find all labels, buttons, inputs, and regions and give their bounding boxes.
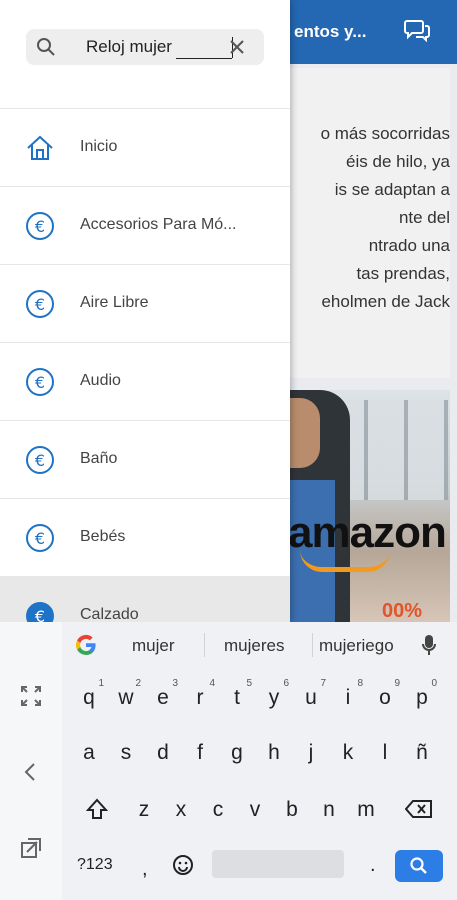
promo-image[interactable]: amazon 00% [290, 390, 450, 622]
euro-icon: € [26, 602, 54, 622]
menu-item-inicio[interactable]: Inicio [0, 108, 290, 186]
keyboard-side-panel [0, 622, 62, 900]
menu-item-label: Baño [80, 450, 118, 467]
amazon-smile-icon [300, 550, 390, 572]
key-j[interactable]: j [294, 729, 328, 777]
article-line: nte del [398, 208, 450, 227]
backspace-icon[interactable] [405, 799, 433, 819]
article-line: éis de hilo, ya [346, 152, 450, 171]
key-h[interactable]: h [257, 729, 291, 777]
key-t[interactable]: 5t [220, 674, 254, 722]
search-input[interactable] [86, 35, 234, 59]
menu-item-label: Accesorios Para Mó... [80, 216, 237, 233]
svg-text:€: € [35, 451, 45, 470]
article-line: ntrado una [368, 236, 450, 255]
key-w[interactable]: 2w [109, 674, 143, 722]
suggestion-divider [204, 633, 205, 657]
promo-badge: 00% [382, 600, 423, 622]
key-l[interactable]: l [368, 729, 402, 777]
euro-icon: € [26, 290, 54, 318]
key-n-tilde[interactable]: ñ [405, 729, 439, 777]
menu-item-calzado[interactable]: € Calzado [0, 576, 290, 622]
svg-text:€: € [35, 295, 45, 314]
shift-icon[interactable] [86, 798, 108, 820]
article-card[interactable]: o más socorridas éis de hilo, ya is se a… [290, 68, 450, 378]
key-z[interactable]: z [127, 786, 161, 834]
menu-item-label: Calzado [80, 606, 139, 622]
home-icon [27, 135, 53, 160]
suggestion-divider [312, 633, 313, 657]
header-title: entos y... [294, 22, 367, 41]
key-m[interactable]: m [349, 786, 383, 834]
chat-icon[interactable] [404, 18, 430, 42]
key-u[interactable]: 7u [294, 674, 328, 722]
euro-icon: € [26, 446, 54, 474]
menu-item-accesorios[interactable]: € Accesorios Para Mó... [0, 186, 290, 264]
euro-icon: € [26, 212, 54, 240]
chevron-left-icon[interactable] [19, 760, 43, 784]
menu-item-label: Aire Libre [80, 294, 149, 311]
menu-item-label: Inicio [80, 138, 118, 155]
period-key[interactable]: . [370, 854, 376, 877]
menu-item-aire-libre[interactable]: € Aire Libre [0, 264, 290, 342]
key-d[interactable]: d [146, 729, 180, 777]
key-q[interactable]: 1q [72, 674, 106, 722]
article-line: o más socorridas [320, 124, 450, 143]
article-line: eholmen de Jack [321, 292, 450, 311]
euro-icon: € [26, 368, 54, 396]
key-y[interactable]: 6y [257, 674, 291, 722]
article-text: o más socorridas éis de hilo, ya is se a… [290, 120, 450, 316]
close-icon[interactable] [228, 38, 246, 56]
floating-keyboard-icon[interactable] [19, 836, 43, 860]
svg-text:€: € [35, 607, 45, 622]
svg-text:€: € [35, 373, 45, 392]
menu-item-label: Bebés [80, 528, 126, 545]
article-line: is se adaptan a [334, 180, 450, 199]
key-i[interactable]: 8i [331, 674, 365, 722]
suggestion-1[interactable]: mujer [132, 636, 175, 656]
svg-text:€: € [35, 529, 45, 548]
key-s[interactable]: s [109, 729, 143, 777]
key-a[interactable]: a [72, 729, 106, 777]
expand-icon[interactable] [19, 684, 43, 708]
svg-text:€: € [35, 217, 45, 236]
search-box[interactable] [26, 29, 264, 65]
key-v[interactable]: v [238, 786, 272, 834]
key-b[interactable]: b [275, 786, 309, 834]
soft-keyboard: mujer mujeres mujeriego 1q 2w 3e 4r 5t 6… [0, 622, 457, 900]
emoji-icon[interactable] [172, 854, 194, 876]
autocorrect-underline [176, 58, 232, 59]
suggestion-2[interactable]: mujeres [224, 636, 284, 656]
search-icon [410, 857, 427, 874]
key-p[interactable]: 0p [405, 674, 439, 722]
key-e[interactable]: 3e [146, 674, 180, 722]
google-icon[interactable] [74, 633, 98, 657]
key-k[interactable]: k [331, 729, 365, 777]
key-o[interactable]: 9o [368, 674, 402, 722]
key-x[interactable]: x [164, 786, 198, 834]
promo-face [290, 398, 320, 468]
key-n[interactable]: n [312, 786, 346, 834]
category-menu: Inicio € Accesorios Para Mó... € Aire Li… [0, 108, 290, 622]
search-enter-key[interactable] [395, 850, 443, 882]
symbols-key[interactable]: ?123 [77, 856, 113, 874]
promo-person [290, 390, 350, 622]
search-icon [37, 38, 55, 56]
space-bar[interactable] [212, 850, 344, 878]
menu-item-label: Audio [80, 372, 121, 389]
key-f[interactable]: f [183, 729, 217, 777]
key-g[interactable]: g [220, 729, 254, 777]
microphone-icon[interactable] [422, 634, 436, 656]
key-c[interactable]: c [201, 786, 235, 834]
menu-item-bebes[interactable]: € Bebés [0, 498, 290, 576]
menu-item-audio[interactable]: € Audio [0, 342, 290, 420]
comma-key[interactable]: , [142, 858, 148, 881]
euro-icon: € [26, 524, 54, 552]
article-line: tas prendas, [356, 264, 450, 283]
key-r[interactable]: 4r [183, 674, 217, 722]
suggestion-3[interactable]: mujeriego [319, 636, 394, 656]
menu-item-bano[interactable]: € Baño [0, 420, 290, 498]
navigation-drawer: Inicio € Accesorios Para Mó... € Aire Li… [0, 0, 290, 622]
